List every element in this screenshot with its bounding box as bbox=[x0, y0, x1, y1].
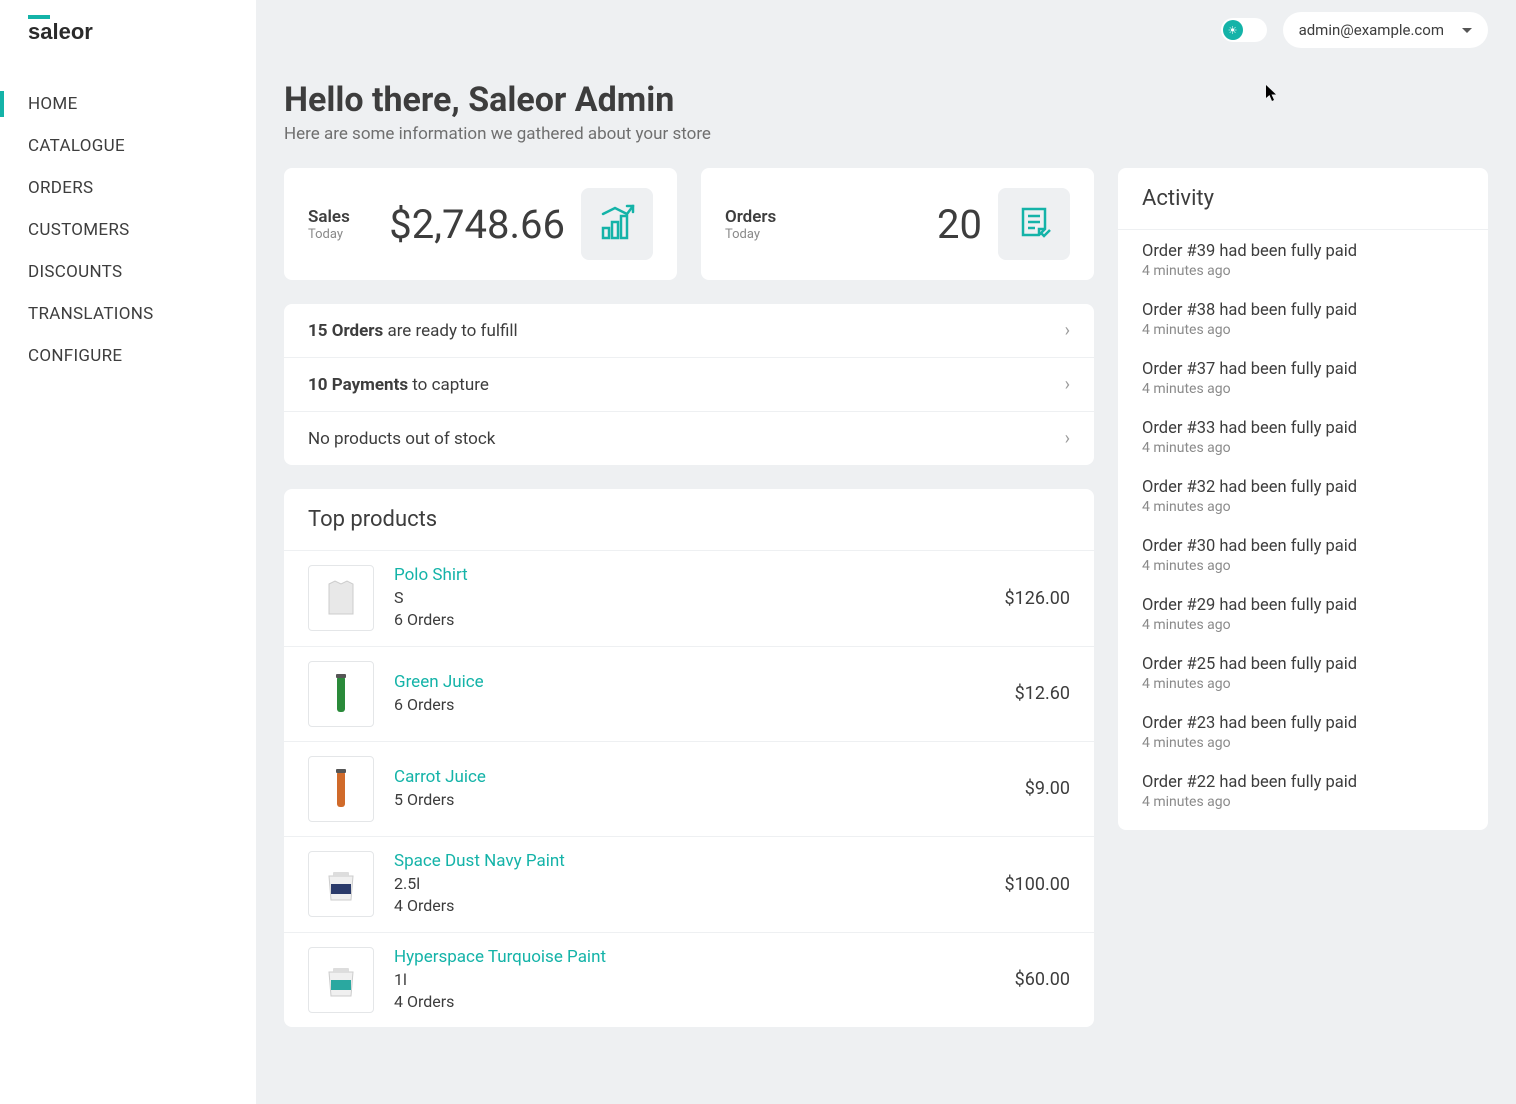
product-name-link[interactable]: Carrot Juice bbox=[394, 767, 1005, 787]
activity-text: Order #39 had been fully paid bbox=[1142, 242, 1464, 261]
brand-text: saleor bbox=[28, 19, 93, 43]
activity-item[interactable]: Order #25 had been fully paid 4 minutes a… bbox=[1118, 643, 1488, 702]
activity-time: 4 minutes ago bbox=[1142, 794, 1464, 810]
product-name-link[interactable]: Polo Shirt bbox=[394, 565, 985, 585]
top-products-title: Top products bbox=[284, 489, 1094, 551]
product-meta: 2.5l4 Orders bbox=[394, 873, 985, 918]
page-subtitle: Here are some information we gathered ab… bbox=[284, 124, 1488, 144]
product-row[interactable]: Polo ShirtS6 Orders $126.00 bbox=[284, 551, 1094, 647]
user-menu[interactable]: admin@example.com bbox=[1283, 12, 1488, 48]
activity-time: 4 minutes ago bbox=[1142, 263, 1464, 279]
product-name-link[interactable]: Green Juice bbox=[394, 672, 995, 692]
action-row[interactable]: 10 Payments to capture› bbox=[284, 358, 1094, 412]
activity-card: Activity Order #39 had been fully paid 4 … bbox=[1118, 168, 1488, 830]
product-price: $100.00 bbox=[1005, 874, 1070, 895]
product-thumb bbox=[308, 756, 374, 822]
nav: HOMECATALOGUEORDERSCUSTOMERSDISCOUNTSTRA… bbox=[0, 83, 256, 377]
product-row[interactable]: Carrot Juice5 Orders $9.00 bbox=[284, 742, 1094, 837]
nav-item-translations[interactable]: TRANSLATIONS bbox=[0, 293, 256, 335]
top-products-card: Top products Polo ShirtS6 Orders $126.00 G… bbox=[284, 489, 1094, 1027]
sales-value: $2,748.66 bbox=[389, 201, 565, 248]
product-meta: S6 Orders bbox=[394, 587, 985, 632]
action-row[interactable]: No products out of stock› bbox=[284, 412, 1094, 465]
nav-item-home[interactable]: HOME bbox=[0, 83, 256, 125]
orders-label: Orders bbox=[725, 207, 776, 227]
orders-card: Orders Today 20 bbox=[701, 168, 1094, 280]
activity-time: 4 minutes ago bbox=[1142, 735, 1464, 751]
product-thumb bbox=[308, 565, 374, 631]
orders-value: 20 bbox=[937, 201, 982, 248]
nav-item-configure[interactable]: CONFIGURE bbox=[0, 335, 256, 377]
action-row[interactable]: 15 Orders are ready to fulfill› bbox=[284, 304, 1094, 358]
sidebar: saleor HOMECATALOGUEORDERSCUSTOMERSDISCO… bbox=[0, 0, 256, 1104]
sales-label: Sales bbox=[308, 207, 350, 227]
activity-time: 4 minutes ago bbox=[1142, 322, 1464, 338]
activity-item[interactable]: Order #32 had been fully paid 4 minutes a… bbox=[1118, 466, 1488, 525]
stat-row: Sales Today $2,748.66 bbox=[284, 168, 1094, 280]
activity-item[interactable]: Order #29 had been fully paid 4 minutes a… bbox=[1118, 584, 1488, 643]
chevron-down-icon bbox=[1462, 28, 1472, 33]
activity-item[interactable]: Order #33 had been fully paid 4 minutes a… bbox=[1118, 407, 1488, 466]
activity-item[interactable]: Order #30 had been fully paid 4 minutes a… bbox=[1118, 525, 1488, 584]
product-meta: 1l4 Orders bbox=[394, 969, 995, 1014]
user-email: admin@example.com bbox=[1299, 21, 1444, 39]
activity-time: 4 minutes ago bbox=[1142, 381, 1464, 397]
product-name-link[interactable]: Space Dust Navy Paint bbox=[394, 851, 985, 871]
product-meta: 6 Orders bbox=[394, 694, 995, 716]
product-price: $9.00 bbox=[1025, 778, 1070, 799]
sun-icon: ☀ bbox=[1223, 20, 1243, 40]
product-price: $12.60 bbox=[1015, 683, 1070, 704]
product-row[interactable]: Hyperspace Turquoise Paint1l4 Orders $60.… bbox=[284, 933, 1094, 1028]
action-list: 15 Orders are ready to fulfill›10 Paymen… bbox=[284, 304, 1094, 465]
product-price: $126.00 bbox=[1005, 588, 1070, 609]
activity-text: Order #38 had been fully paid bbox=[1142, 301, 1464, 320]
activity-time: 4 minutes ago bbox=[1142, 558, 1464, 574]
sales-card: Sales Today $2,748.66 bbox=[284, 168, 677, 280]
list-check-icon bbox=[998, 188, 1070, 260]
activity-time: 4 minutes ago bbox=[1142, 617, 1464, 633]
product-row[interactable]: Space Dust Navy Paint2.5l4 Orders $100.00 bbox=[284, 837, 1094, 933]
activity-item[interactable]: Order #37 had been fully paid 4 minutes a… bbox=[1118, 348, 1488, 407]
activity-text: Order #30 had been fully paid bbox=[1142, 537, 1464, 556]
orders-period: Today bbox=[725, 227, 776, 242]
product-thumb bbox=[308, 661, 374, 727]
activity-text: Order #33 had been fully paid bbox=[1142, 419, 1464, 438]
nav-item-customers[interactable]: CUSTOMERS bbox=[0, 209, 256, 251]
activity-item[interactable]: Order #38 had been fully paid 4 minutes a… bbox=[1118, 289, 1488, 348]
activity-text: Order #32 had been fully paid bbox=[1142, 478, 1464, 497]
chevron-right-icon: › bbox=[1065, 320, 1070, 341]
activity-time: 4 minutes ago bbox=[1142, 676, 1464, 692]
activity-title: Activity bbox=[1118, 168, 1488, 230]
nav-item-catalogue[interactable]: CATALOGUE bbox=[0, 125, 256, 167]
activity-time: 4 minutes ago bbox=[1142, 499, 1464, 515]
chart-icon bbox=[581, 188, 653, 260]
nav-item-discounts[interactable]: DISCOUNTS bbox=[0, 251, 256, 293]
main-content: Hello there, Saleor Admin Here are some … bbox=[256, 60, 1516, 1047]
activity-item[interactable]: Order #39 had been fully paid 4 minutes a… bbox=[1118, 230, 1488, 289]
product-thumb bbox=[308, 947, 374, 1013]
activity-item[interactable]: Order #23 had been fully paid 4 minutes a… bbox=[1118, 702, 1488, 761]
activity-text: Order #29 had been fully paid bbox=[1142, 596, 1464, 615]
brand-logo: saleor bbox=[0, 0, 256, 53]
page-title: Hello there, Saleor Admin bbox=[284, 80, 1488, 120]
product-thumb bbox=[308, 851, 374, 917]
activity-text: Order #37 had been fully paid bbox=[1142, 360, 1464, 379]
chevron-right-icon: › bbox=[1065, 374, 1070, 395]
product-name-link[interactable]: Hyperspace Turquoise Paint bbox=[394, 947, 995, 967]
nav-item-orders[interactable]: ORDERS bbox=[0, 167, 256, 209]
activity-item[interactable]: Order #22 had been fully paid 4 minutes a… bbox=[1118, 761, 1488, 820]
activity-text: Order #22 had been fully paid bbox=[1142, 773, 1464, 792]
product-row[interactable]: Green Juice6 Orders $12.60 bbox=[284, 647, 1094, 742]
product-meta: 5 Orders bbox=[394, 789, 1005, 811]
activity-time: 4 minutes ago bbox=[1142, 440, 1464, 456]
topbar: ☀ admin@example.com bbox=[256, 0, 1516, 60]
product-price: $60.00 bbox=[1015, 969, 1070, 990]
sales-period: Today bbox=[308, 227, 350, 242]
theme-toggle[interactable]: ☀ bbox=[1221, 18, 1267, 42]
activity-text: Order #23 had been fully paid bbox=[1142, 714, 1464, 733]
chevron-right-icon: › bbox=[1065, 428, 1070, 449]
activity-text: Order #25 had been fully paid bbox=[1142, 655, 1464, 674]
